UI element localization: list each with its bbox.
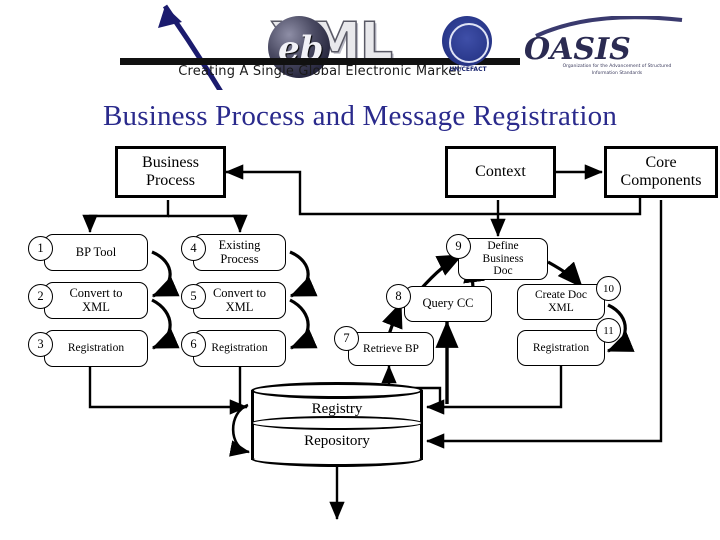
box-context[interactable]: Context — [445, 146, 556, 198]
step-number-3: 3 — [28, 332, 53, 357]
step-number-9: 9 — [446, 234, 471, 259]
step-number-5-text: 5 — [190, 289, 197, 303]
box-business-process[interactable]: Business Process — [115, 146, 226, 198]
step-box-2-label: Convert to XML — [69, 285, 123, 314]
step-number-6-text: 6 — [190, 337, 197, 351]
cylinder-divider-ellipse — [251, 416, 423, 430]
step-number-9-text: 9 — [455, 239, 462, 253]
step-number-8-text: 8 — [395, 289, 402, 303]
box-context-label: Context — [475, 162, 526, 180]
step-number-11-text: 11 — [603, 324, 614, 337]
cylinder-top-ellipse — [251, 382, 423, 399]
step-box-10-label: Create Doc XML — [534, 289, 588, 314]
step-box-10[interactable]: Create Doc XML — [517, 284, 605, 320]
step-box-3-label: Registration — [67, 342, 125, 355]
step-box-1[interactable]: BP Tool — [44, 234, 148, 271]
step-box-9[interactable]: Define Business Doc — [458, 238, 548, 280]
step-box-2[interactable]: Convert to XML — [44, 282, 148, 319]
registry-repository-cylinder[interactable]: Registry Repository — [251, 382, 423, 468]
registry-label: Registry — [311, 401, 363, 417]
step-number-2-text: 2 — [37, 289, 44, 303]
step-box-4[interactable]: Existing Process — [193, 234, 286, 271]
step-box-1-label: BP Tool — [75, 244, 117, 259]
step-box-7[interactable]: Retrieve BP — [348, 332, 434, 366]
step-number-4: 4 — [181, 236, 206, 261]
step-number-2: 2 — [28, 284, 53, 309]
step-box-7-label: Retrieve BP — [363, 342, 419, 355]
step-number-10-text: 10 — [603, 282, 614, 295]
slide-canvas: XML eb Creating A Single Global Electron… — [0, 0, 720, 540]
step-number-7-text: 7 — [343, 331, 350, 345]
step-box-4-label: Existing Process — [218, 237, 261, 266]
step-box-11[interactable]: Registration — [517, 330, 605, 366]
step-number-5: 5 — [181, 284, 206, 309]
step-number-3-text: 3 — [37, 337, 44, 351]
step-number-4-text: 4 — [190, 241, 197, 255]
step-box-5[interactable]: Convert to XML — [193, 282, 286, 319]
step-box-6-label: Registration — [211, 342, 268, 355]
step-box-5-label: Convert to XML — [212, 285, 267, 314]
box-business-process-label: Business Process — [142, 153, 199, 189]
step-box-11-label: Registration — [532, 341, 590, 354]
step-number-11: 11 — [596, 318, 621, 343]
step-box-9-label: Define Business Doc — [482, 240, 524, 278]
step-number-1: 1 — [28, 236, 53, 261]
step-number-8: 8 — [386, 284, 411, 309]
repository-label: Repository — [304, 433, 370, 449]
box-core-components[interactable]: Core Components — [604, 146, 718, 198]
step-box-8[interactable]: Query CC — [404, 286, 492, 322]
box-core-components-label: Core Components — [620, 153, 702, 189]
step-number-6: 6 — [181, 332, 206, 357]
step-number-1-text: 1 — [37, 241, 44, 255]
step-box-8-label: Query CC — [422, 296, 474, 311]
step-box-3[interactable]: Registration — [44, 330, 148, 367]
step-box-6[interactable]: Registration — [193, 330, 286, 367]
step-number-10: 10 — [596, 276, 621, 301]
step-number-7: 7 — [334, 326, 359, 351]
